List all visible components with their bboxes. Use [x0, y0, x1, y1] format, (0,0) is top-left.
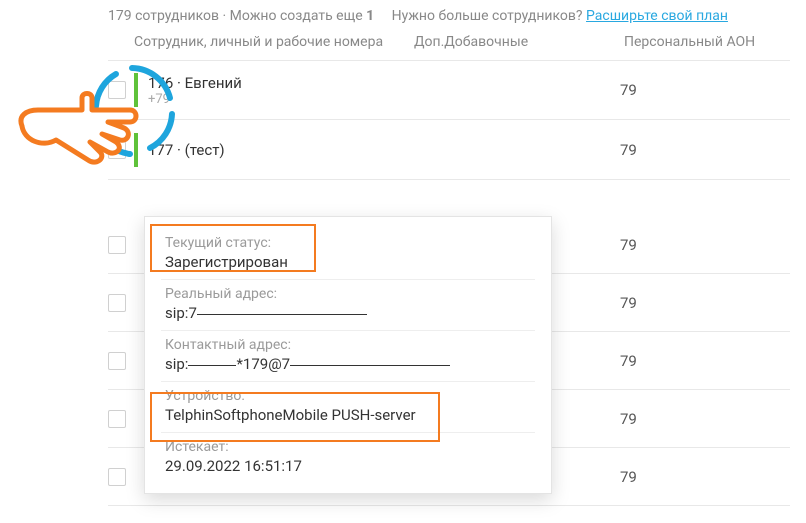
aon-value: 79 — [620, 468, 790, 486]
aon-value: 79 — [620, 141, 790, 159]
aon-value: 79 — [620, 352, 790, 370]
row-checkbox[interactable] — [108, 410, 126, 428]
real-address-block: Реальный адрес: sip:7 — [161, 280, 535, 331]
header-aon: Персональный АОН — [624, 34, 794, 50]
employee-sub: +79 — [148, 92, 410, 107]
header-ext: Доп.Добавочные — [414, 34, 624, 50]
device-block: Устройство: TelphinSoftphoneMobile PUSH-… — [161, 382, 535, 433]
employee-title: 176 · Евгений — [148, 74, 410, 92]
status-indicator — [134, 133, 138, 167]
can-create-num: 1 — [366, 8, 374, 24]
need-more-label: Нужно больше сотрудников? — [392, 8, 583, 24]
row-checkbox[interactable] — [108, 468, 126, 486]
top-info-bar: 179 сотрудников · Можно создать еще 1 Ну… — [0, 0, 806, 28]
row-checkbox[interactable] — [108, 294, 126, 312]
status-indicator — [134, 73, 138, 107]
employee-list: 176 · Евгений +79 79 177 · (тест) 79 — [108, 60, 790, 180]
table-row[interactable]: 176 · Евгений +79 79 — [108, 60, 790, 120]
device-label: Устройство: — [165, 388, 531, 404]
row-checkbox[interactable] — [108, 352, 126, 370]
employees-count: 179 сотрудников — [108, 8, 219, 24]
expires-value: 29.09.2022 16:51:17 — [165, 457, 531, 475]
header-employee: Сотрудник, личный и рабочие номера — [134, 34, 414, 50]
employee-title: 177 · (тест) — [148, 141, 410, 159]
row-checkbox[interactable] — [108, 236, 126, 254]
can-create-label: Можно создать еще — [230, 8, 363, 24]
real-address-label: Реальный адрес: — [165, 286, 531, 302]
status-label: Текущий статус: — [165, 235, 531, 251]
table-header: Сотрудник, личный и рабочие номера Доп.Д… — [0, 28, 806, 60]
status-block: Текущий статус: Зарегистрирован — [161, 229, 535, 280]
aon-value: 79 — [620, 294, 790, 312]
contact-address-label: Контактный адрес: — [165, 337, 531, 353]
aon-value: 79 — [620, 410, 790, 428]
real-address-value: sip:7 — [165, 304, 531, 322]
device-value: TelphinSoftphoneMobile PUSH-server — [165, 406, 531, 424]
table-row[interactable]: 177 · (тест) 79 — [108, 120, 790, 180]
expand-plan-link[interactable]: Расширьте свой план — [586, 8, 728, 24]
status-popup: Текущий статус: Зарегистрирован Реальный… — [144, 216, 552, 494]
row-checkbox[interactable] — [108, 81, 126, 99]
expires-block: Истекает: 29.09.2022 16:51:17 — [161, 433, 535, 483]
contact-address-block: Контактный адрес: sip:*179@7 — [161, 331, 535, 382]
aon-value: 79 — [620, 81, 790, 99]
contact-address-value: sip:*179@7 — [165, 355, 531, 373]
status-value: Зарегистрирован — [165, 253, 531, 271]
aon-value: 79 — [620, 236, 790, 254]
row-checkbox[interactable] — [108, 141, 126, 159]
expires-label: Истекает: — [165, 439, 531, 455]
